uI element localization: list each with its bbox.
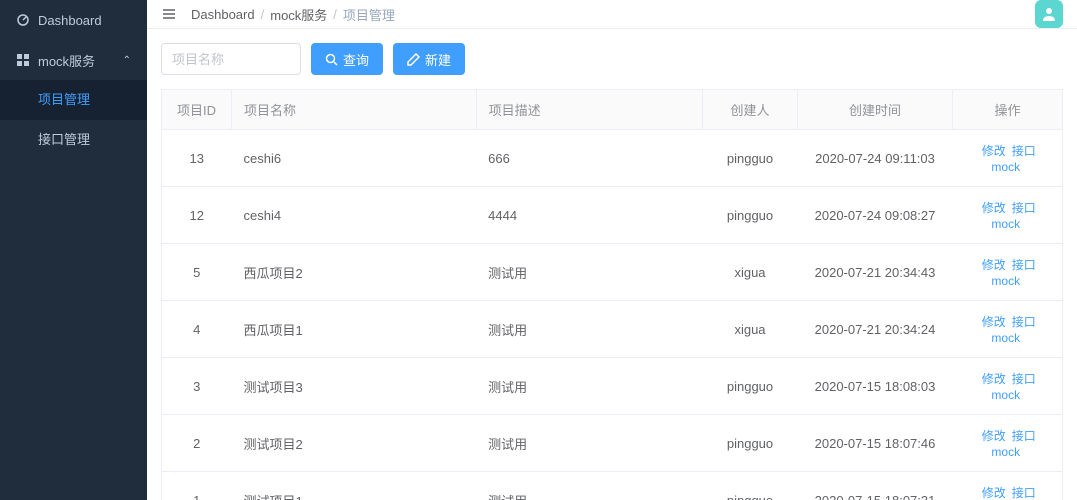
- cell-op: 修改接口mock: [953, 415, 1063, 472]
- cell-creator: xigua: [703, 244, 798, 301]
- separator: /: [261, 7, 265, 22]
- cell-name: 西瓜项目2: [232, 244, 477, 301]
- cell-op: 修改接口mock: [953, 187, 1063, 244]
- cell-desc: 测试用: [476, 472, 702, 500]
- cell-creator: pingguo: [703, 358, 798, 415]
- main: Dashboard / mock服务 / 项目管理 查询 新建 项目ID 项目名…: [147, 0, 1077, 500]
- cell-name: 西瓜项目1: [232, 301, 477, 358]
- cell-time: 2020-07-21 20:34:43: [798, 244, 953, 301]
- edit-link[interactable]: 修改: [982, 258, 1006, 272]
- cell-id: 1: [162, 472, 232, 500]
- cell-desc: 测试用: [476, 244, 702, 301]
- table-row: 4西瓜项目1测试用xigua2020-07-21 20:34:24修改接口moc…: [162, 301, 1063, 358]
- edit-link[interactable]: 修改: [982, 486, 1006, 500]
- cell-name: 测试项目1: [232, 472, 477, 500]
- table-row: 5西瓜项目2测试用xigua2020-07-21 20:34:43修改接口moc…: [162, 244, 1063, 301]
- cell-creator: pingguo: [703, 187, 798, 244]
- th-desc: 项目描述: [476, 90, 702, 130]
- cell-id: 13: [162, 130, 232, 187]
- cell-creator: pingguo: [703, 472, 798, 500]
- cell-name: 测试项目2: [232, 415, 477, 472]
- th-creator: 创建人: [703, 90, 798, 130]
- cell-desc: 测试用: [476, 358, 702, 415]
- content: 查询 新建 项目ID 项目名称 项目描述 创建人 创建时间 操作 13ceshi…: [147, 29, 1077, 500]
- cell-desc: 4444: [476, 187, 702, 244]
- cell-op: 修改接口mock: [953, 301, 1063, 358]
- cell-id: 3: [162, 358, 232, 415]
- cell-id: 2: [162, 415, 232, 472]
- cell-time: 2020-07-15 18:08:03: [798, 358, 953, 415]
- table-row: 3测试项目3测试用pingguo2020-07-15 18:08:03修改接口m…: [162, 358, 1063, 415]
- menu-toggle-icon[interactable]: [161, 6, 177, 22]
- separator: /: [333, 7, 337, 22]
- th-id: 项目ID: [162, 90, 232, 130]
- th-time: 创建时间: [798, 90, 953, 130]
- cell-name: ceshi4: [232, 187, 477, 244]
- table-row: 1测试项目1测试用pingguo2020-07-15 18:07:31修改接口m…: [162, 472, 1063, 500]
- cell-creator: xigua: [703, 301, 798, 358]
- sidebar: Dashboard mock服务 ⌃ 项目管理 接口管理: [0, 0, 147, 500]
- sidebar-item-mock[interactable]: mock服务 ⌃: [0, 40, 147, 80]
- cell-creator: pingguo: [703, 415, 798, 472]
- avatar[interactable]: [1035, 0, 1063, 28]
- th-name: 项目名称: [232, 90, 477, 130]
- data-table: 项目ID 项目名称 项目描述 创建人 创建时间 操作 13ceshi6666pi…: [161, 89, 1063, 500]
- cell-desc: 测试用: [476, 301, 702, 358]
- cell-op: 修改接口mock: [953, 358, 1063, 415]
- cell-name: ceshi6: [232, 130, 477, 187]
- edit-link[interactable]: 修改: [982, 201, 1006, 215]
- cell-id: 12: [162, 187, 232, 244]
- th-op: 操作: [953, 90, 1063, 130]
- cell-creator: pingguo: [703, 130, 798, 187]
- search-input[interactable]: [161, 43, 301, 75]
- edit-link[interactable]: 修改: [982, 144, 1006, 158]
- edit-link[interactable]: 修改: [982, 429, 1006, 443]
- edit-link[interactable]: 修改: [982, 315, 1006, 329]
- sidebar-label: Dashboard: [38, 13, 102, 28]
- table-row: 13ceshi6666pingguo2020-07-24 09:11:03修改接…: [162, 130, 1063, 187]
- sidebar-sub-interface[interactable]: 接口管理: [0, 120, 147, 160]
- cell-time: 2020-07-24 09:08:27: [798, 187, 953, 244]
- toolbar: 查询 新建: [161, 43, 1063, 75]
- sidebar-item-dashboard[interactable]: Dashboard: [0, 0, 147, 40]
- cell-time: 2020-07-15 18:07:46: [798, 415, 953, 472]
- create-button[interactable]: 新建: [393, 43, 465, 75]
- grid-icon: [16, 53, 30, 67]
- topbar: Dashboard / mock服务 / 项目管理: [147, 0, 1077, 29]
- crumb-current: 项目管理: [343, 5, 395, 24]
- chevron-up-icon: ⌃: [123, 55, 131, 66]
- cell-time: 2020-07-21 20:34:24: [798, 301, 953, 358]
- table-row: 2测试项目2测试用pingguo2020-07-15 18:07:46修改接口m…: [162, 415, 1063, 472]
- cell-op: 修改接口mock: [953, 244, 1063, 301]
- cell-op: 修改接口mock: [953, 130, 1063, 187]
- cell-desc: 测试用: [476, 415, 702, 472]
- cell-name: 测试项目3: [232, 358, 477, 415]
- dashboard-icon: [16, 13, 30, 27]
- cell-desc: 666: [476, 130, 702, 187]
- cell-time: 2020-07-15 18:07:31: [798, 472, 953, 500]
- crumb-mock[interactable]: mock服务: [270, 5, 327, 24]
- table-row: 12ceshi44444pingguo2020-07-24 09:08:27修改…: [162, 187, 1063, 244]
- cell-id: 4: [162, 301, 232, 358]
- cell-time: 2020-07-24 09:11:03: [798, 130, 953, 187]
- cell-id: 5: [162, 244, 232, 301]
- sidebar-sub-project[interactable]: 项目管理: [0, 80, 147, 120]
- query-button[interactable]: 查询: [311, 43, 383, 75]
- sidebar-label: mock服务: [38, 51, 95, 70]
- edit-link[interactable]: 修改: [982, 372, 1006, 386]
- cell-op: 修改接口mock: [953, 472, 1063, 500]
- crumb-dashboard[interactable]: Dashboard: [191, 7, 255, 22]
- breadcrumb: Dashboard / mock服务 / 项目管理: [191, 5, 395, 24]
